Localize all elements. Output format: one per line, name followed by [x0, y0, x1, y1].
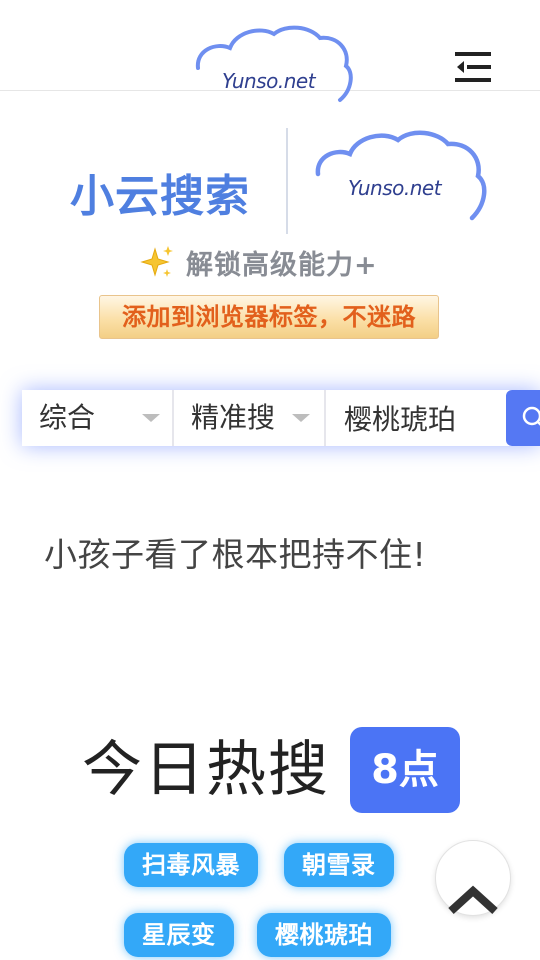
search-button[interactable]	[506, 390, 540, 446]
category-select-value: 综合	[39, 401, 96, 434]
category-select[interactable]: 综合	[22, 390, 174, 446]
brand-name: 小云搜索	[70, 171, 250, 222]
headline-text[interactable]: 小孩子看了根本把持不住!	[44, 528, 426, 576]
hot-search-time-badge: 8点	[350, 727, 460, 813]
brand-logo-text: Yunso.net	[348, 176, 442, 200]
chevron-down-icon	[142, 414, 160, 422]
hot-tag[interactable]: 朝雪录	[284, 843, 394, 887]
mode-select-value: 精准搜	[191, 401, 276, 434]
menu-collapse-icon	[455, 52, 491, 82]
top-header: Yunso.net	[0, 0, 540, 102]
hot-search-title: 今日热搜	[82, 735, 330, 805]
header-logo-text: Yunso.net	[222, 69, 316, 93]
search-input[interactable]	[326, 390, 506, 446]
unlock-premium[interactable]: 解锁高级能力+	[140, 240, 378, 284]
add-bookmark-button[interactable]: 添加到浏览器标签，不迷路	[99, 295, 439, 339]
search-bar: 综合 精准搜	[22, 390, 540, 446]
brand-divider	[286, 128, 288, 234]
hot-tag[interactable]: 扫毒风暴	[124, 843, 258, 887]
header-logo[interactable]: Yunso.net	[190, 24, 355, 104]
sparkle-icon	[140, 246, 173, 277]
menu-button[interactable]	[455, 50, 493, 84]
chevron-down-icon	[292, 414, 310, 422]
hot-tag[interactable]: 星辰变	[124, 913, 234, 957]
search-icon	[522, 406, 540, 426]
chevron-up-icon	[448, 885, 498, 914]
brand-logo: Yunso.net	[312, 128, 492, 224]
hot-tag[interactable]: 樱桃琥珀	[257, 913, 391, 957]
unlock-text: 解锁高级能力+	[186, 249, 378, 281]
back-to-top-button[interactable]	[435, 840, 511, 916]
search-input-wrap	[326, 390, 506, 446]
mode-select[interactable]: 精准搜	[174, 390, 326, 446]
